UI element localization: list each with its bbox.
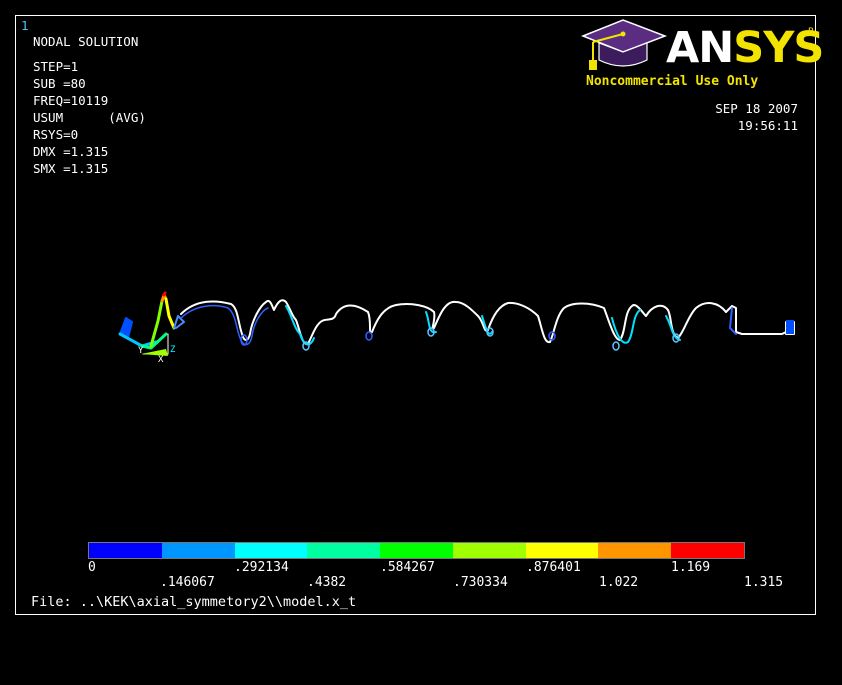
legend-label: 0 (88, 560, 96, 575)
contour-legend-bar (88, 542, 745, 559)
legend-label: .876401 (526, 560, 581, 575)
legend-label: .146067 (160, 575, 215, 590)
legend-band-8 (671, 543, 745, 558)
legend-band-2 (234, 543, 308, 558)
legend-band-3 (307, 543, 381, 558)
legend-band-5 (452, 543, 526, 558)
legend-label: 1.022 (599, 575, 639, 590)
legend-label: .584267 (380, 560, 435, 575)
legend-band-7 (598, 543, 672, 558)
legend-label: .292134 (234, 560, 289, 575)
legend-label: 1.169 (671, 560, 711, 575)
triad-y: Y (138, 346, 144, 356)
graphics-window[interactable]: 1 NODAL SOLUTION STEP=1 SUB =80 FREQ=101… (15, 15, 824, 615)
legend-band-4 (380, 543, 453, 558)
legend-band-0 (89, 543, 162, 558)
legend-band-6 (525, 543, 599, 558)
triad-x: X (158, 355, 164, 365)
model-plot: Y Z X (118, 291, 795, 365)
legend-label: 1.315 (744, 575, 784, 590)
legend-label: .4382 (307, 575, 347, 590)
file-path: File: ..\KEK\axial_symmetory2\\model.x_t (31, 594, 357, 610)
legend-band-1 (161, 543, 235, 558)
triad-z: Z (170, 345, 176, 355)
legend-label: .730334 (453, 575, 508, 590)
